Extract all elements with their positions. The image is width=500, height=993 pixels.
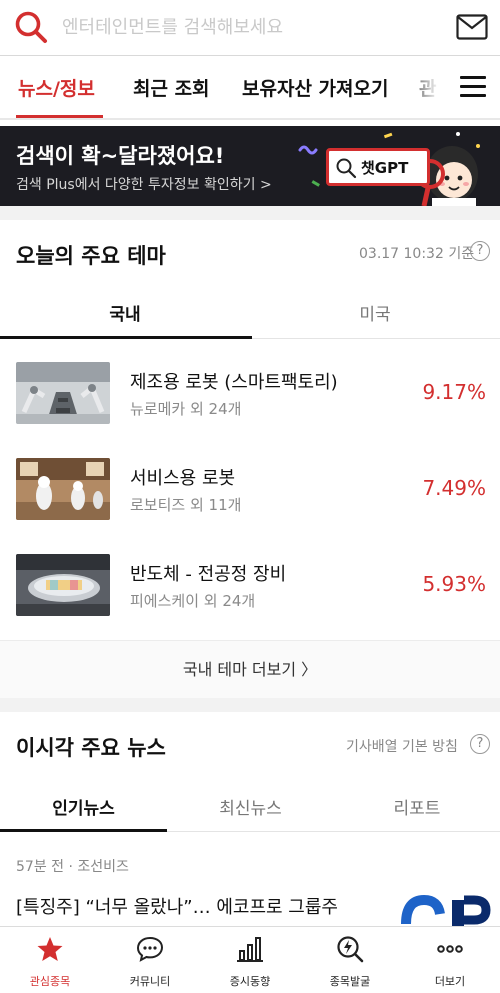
bar-chart-icon	[237, 937, 263, 962]
themes-timestamp: 03.17 10:32 기준	[359, 246, 475, 262]
news-section-title: 이시각 주요 뉴스	[16, 736, 166, 760]
nav-label: 더보기	[434, 975, 466, 988]
chatgpt-button-label: 챗GPT	[361, 159, 409, 177]
themes-section-title: 오늘의 주요 테마	[16, 244, 166, 268]
hamburger-menu-icon[interactable]	[460, 76, 486, 98]
theme-name: 서비스용 로봇	[130, 468, 236, 489]
magnifier-icon	[336, 158, 357, 179]
top-tabs: 뉴스/정보 최근 조회 보유자산 가져오기 관	[0, 58, 500, 120]
news-policy-link[interactable]: 기사배열 기본 방침	[346, 736, 458, 756]
more-dots-icon	[437, 945, 463, 953]
news-item-headline[interactable]: [특징주] “너무 올랐나”… 에코프로 그룹주	[16, 893, 338, 919]
tab-latest-news[interactable]: 최신뉴스	[167, 794, 334, 819]
tab-popular-news[interactable]: 인기뉴스	[0, 794, 167, 819]
active-tab-indicator	[16, 115, 103, 118]
tab-us[interactable]: 미국	[250, 300, 500, 325]
factory-robot-thumbnail	[16, 362, 110, 424]
theme-stocks: 로보티즈 외 11개	[130, 496, 242, 514]
nav-market-trends[interactable]: 증시동향	[200, 927, 300, 993]
tab-domestic[interactable]: 국내	[0, 300, 250, 325]
tab-import-assets[interactable]: 보유자산 가져오기	[242, 74, 388, 101]
nav-watchlist[interactable]: 관심종목	[0, 927, 100, 993]
help-icon[interactable]: ?	[470, 734, 490, 754]
banner-title: 검색이 확~달라졌어요!	[16, 144, 225, 168]
search-bar	[0, 0, 500, 56]
search-bolt-icon	[337, 936, 364, 963]
nav-stock-discovery[interactable]: 종목발굴	[300, 927, 400, 993]
tabs-fade	[400, 58, 456, 118]
nav-community[interactable]: 커뮤니티	[100, 927, 200, 993]
mail-icon[interactable]	[456, 14, 488, 40]
banner-subtitle[interactable]: 검색 Plus에서 다양한 투자정보 확인하기 >	[16, 174, 272, 194]
search-icon[interactable]	[14, 10, 48, 44]
theme-stocks: 뉴로메카 외 24개	[130, 400, 242, 418]
theme-name: 제조용 로봇 (스마트팩토리)	[130, 372, 338, 393]
section-divider	[0, 698, 500, 712]
theme-row-semiconductor[interactable]: 반도체 - 전공정 장비 피에스케이 외 24개 5.93%	[0, 554, 500, 644]
more-domestic-themes-button[interactable]: 국내 테마 더보기 〉	[0, 640, 500, 698]
tab-reports[interactable]: 리포트	[334, 794, 500, 819]
subtab-indicator	[0, 336, 252, 339]
bottom-navigation: 관심종목 커뮤니티 증시동향 종목발굴 더보기	[0, 926, 500, 993]
theme-change: 5.93%	[422, 572, 486, 596]
section-divider	[0, 206, 500, 220]
tab-recent-views[interactable]: 최근 조회	[133, 74, 210, 101]
theme-row-manufacturing-robot[interactable]: 제조용 로봇 (스마트팩토리) 뉴로메카 외 24개 9.17%	[0, 362, 500, 452]
chatgpt-search-banner[interactable]: 검색이 확~달라졌어요! 검색 Plus에서 다양한 투자정보 확인하기 > 챗…	[0, 126, 500, 206]
theme-change: 9.17%	[422, 380, 486, 404]
nav-label: 증시동향	[229, 975, 271, 988]
theme-name: 반도체 - 전공정 장비	[130, 564, 287, 585]
nav-more[interactable]: 더보기	[400, 927, 500, 993]
theme-change: 7.49%	[422, 476, 486, 500]
news-item-meta: 57분 전 · 조선비즈	[16, 859, 129, 875]
service-robot-thumbnail	[16, 458, 110, 520]
nav-label: 종목발굴	[329, 975, 371, 988]
nav-label: 관심종목	[29, 975, 71, 988]
help-icon[interactable]: ?	[470, 241, 490, 261]
search-input[interactable]	[62, 12, 442, 42]
semiconductor-thumbnail	[16, 554, 110, 616]
theme-row-service-robot[interactable]: 서비스용 로봇 로보티즈 외 11개 7.49%	[0, 458, 500, 548]
nav-label: 커뮤니티	[129, 975, 171, 988]
tab-news-info[interactable]: 뉴스/정보	[18, 74, 95, 101]
news-tab-indicator	[0, 829, 167, 832]
star-icon	[37, 937, 63, 961]
theme-stocks: 피에스케이 외 24개	[130, 592, 256, 610]
chat-icon	[136, 936, 164, 962]
chatgpt-search-button[interactable]: 챗GPT	[326, 148, 430, 186]
news-thumbnail[interactable]	[396, 888, 492, 928]
